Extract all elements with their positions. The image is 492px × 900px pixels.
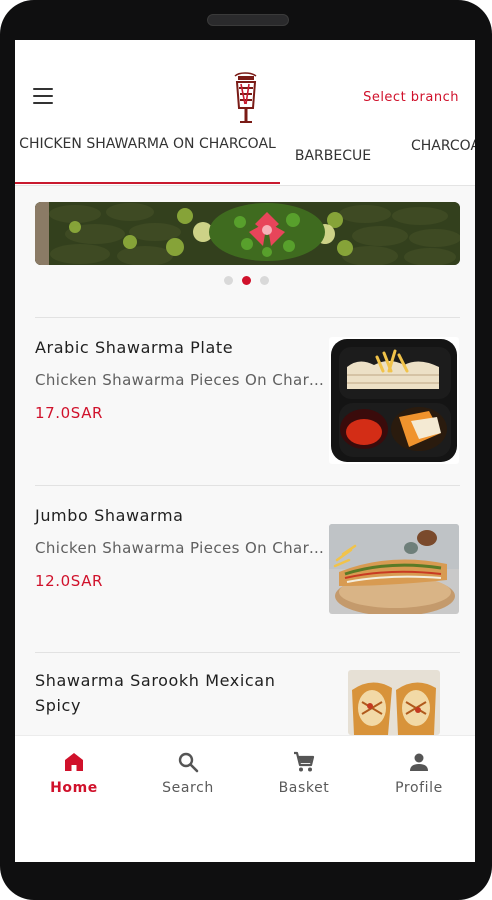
item-title: Arabic Shawarma Plate xyxy=(35,338,234,357)
nav-search-label: Search xyxy=(162,780,214,796)
tab-charcoal[interactable]: CHARCOAL xyxy=(411,136,475,157)
item-description: Chicken Shawarma Pieces On Charcoal xyxy=(35,539,325,557)
category-tabs: CHICKEN SHAWARMA ON CHARCOAL BARBECUE CH… xyxy=(15,130,475,186)
item-description: Chicken Shawarma Pieces On Charcoal xyxy=(35,371,325,389)
nav-search[interactable]: Search xyxy=(142,750,234,796)
phone-speaker xyxy=(207,14,289,26)
carousel-dot-active[interactable] xyxy=(242,276,251,285)
phone-frame: Select branch CHICKEN SHAWARMA ON CHARCO… xyxy=(0,0,492,900)
nav-home-label: Home xyxy=(50,780,98,796)
menu-item-card[interactable]: Shawarma Sarookh Mexican Spicy xyxy=(15,653,475,735)
item-image xyxy=(329,524,459,614)
item-image xyxy=(348,670,440,735)
person-icon xyxy=(410,753,428,771)
item-title: Shawarma Sarookh Mexican xyxy=(35,671,276,690)
search-icon xyxy=(178,752,199,773)
menu-icon[interactable] xyxy=(33,88,53,106)
carousel-indicators xyxy=(222,274,272,286)
nav-basket[interactable]: Basket xyxy=(258,750,350,796)
home-icon xyxy=(65,753,83,771)
carousel-dot[interactable] xyxy=(260,276,269,285)
system-navigation-bar xyxy=(15,820,475,862)
shawarma-logo xyxy=(234,72,257,123)
active-tab-indicator xyxy=(15,182,280,184)
item-image xyxy=(329,337,459,464)
nav-basket-label: Basket xyxy=(278,780,330,796)
item-title-continued: Spicy xyxy=(35,696,82,715)
item-price: 17.0SAR xyxy=(35,404,104,422)
menu-item-card[interactable]: Arabic Shawarma Plate Chicken Shawarma P… xyxy=(15,318,475,485)
item-title: Jumbo Shawarma xyxy=(35,506,184,525)
promo-banner-image[interactable] xyxy=(35,202,460,265)
select-branch-link[interactable]: Select branch xyxy=(363,90,459,105)
app-screen: Select branch CHICKEN SHAWARMA ON CHARCO… xyxy=(15,40,475,862)
carousel-dot[interactable] xyxy=(224,276,233,285)
cart-icon xyxy=(294,751,315,772)
menu-item-card[interactable]: Jumbo Shawarma Chicken Shawarma Pieces O… xyxy=(15,486,475,653)
item-price: 12.0SAR xyxy=(35,572,104,590)
nav-profile-label: Profile xyxy=(395,780,443,796)
nav-home[interactable]: Home xyxy=(28,750,120,796)
nav-profile[interactable]: Profile xyxy=(373,750,465,796)
tab-chicken-shawarma-charcoal[interactable]: CHICKEN SHAWARMA ON CHARCOAL xyxy=(15,134,280,155)
tab-barbecue[interactable]: BARBECUE xyxy=(280,146,386,167)
